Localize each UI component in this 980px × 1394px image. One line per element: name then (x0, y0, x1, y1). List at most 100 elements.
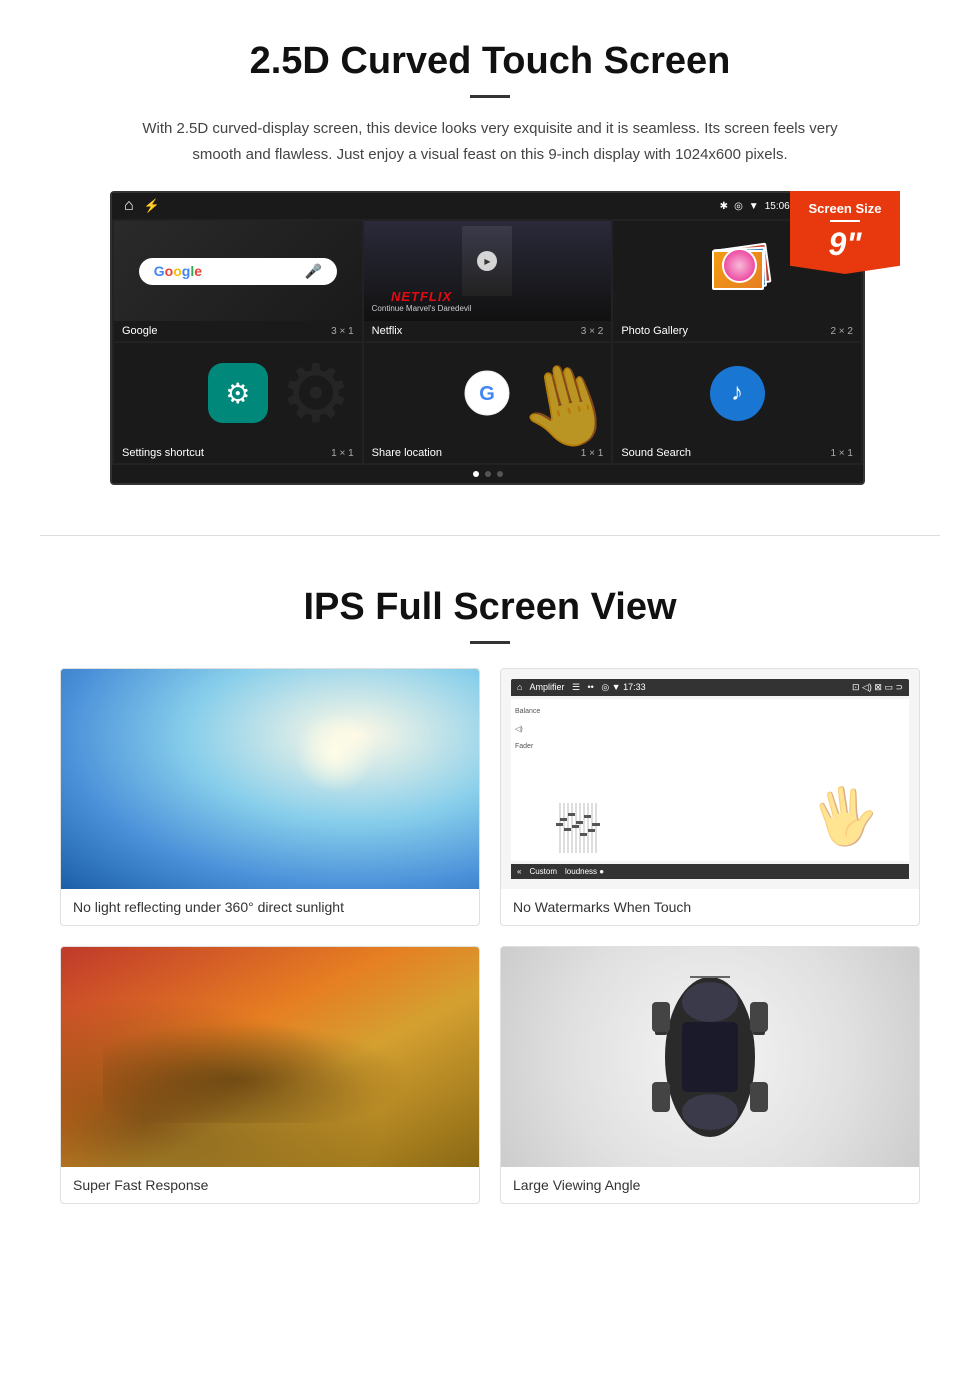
section-separator (40, 535, 940, 536)
settings-app-name: Settings shortcut (122, 447, 204, 459)
amp-arrows: « (517, 867, 521, 876)
status-left: ⌂ ⚡ (124, 197, 160, 215)
title-divider (470, 95, 510, 98)
play-button: ▶ (477, 251, 497, 271)
badge-label: Screen Size (798, 201, 892, 216)
features-grid: No light reflecting under 360° direct su… (60, 668, 920, 1204)
amp-label-balance: Balance (515, 708, 555, 715)
feature-card-cheetah: Super Fast Response (60, 946, 480, 1204)
feature-card-car: Large Viewing Angle (500, 946, 920, 1204)
settings-gear-icon: ⚙ (225, 377, 250, 410)
sound-app-name: Sound Search (621, 447, 691, 459)
app-cell-netflix[interactable]: ▶ NETFLIX Continue Marvel's Daredevil Ne… (364, 221, 612, 341)
settings-app-grid: 1 × 1 (331, 448, 354, 459)
netflix-overlay: NETFLIX Continue Marvel's Daredevil (372, 289, 472, 313)
google-mic-icon: 🎤 (304, 263, 321, 280)
photo-stack (702, 236, 772, 306)
time-display: 15:06 (765, 201, 790, 212)
amp-custom: Custom (529, 867, 557, 876)
bg-gear-icon: ⚙ (280, 347, 352, 440)
slider-4 (571, 803, 573, 853)
google-label-row: Google 3 × 1 (114, 321, 362, 341)
slider-1 (559, 803, 561, 853)
sound-icon-wrap: ♪ (710, 366, 765, 421)
amp-content-area: Balance ◁) Fader (511, 699, 909, 861)
netflix-app-grid: 3 × 2 (581, 326, 604, 337)
amp-loudness: loudness ● (565, 867, 604, 876)
slider-6 (579, 803, 581, 853)
usb-icon: ⚡ (144, 198, 160, 214)
app-cell-sound[interactable]: ♪ Sound Search 1 × 1 (613, 343, 861, 463)
section-curved-touch: 2.5D Curved Touch Screen With 2.5D curve… (0, 0, 980, 515)
google-app-grid: 3 × 1 (331, 326, 354, 337)
app-grid: Google 🎤 Google 3 × 1 (112, 219, 863, 465)
slider-8 (587, 803, 589, 853)
sound-label-row: Sound Search 1 × 1 (613, 443, 861, 463)
slider-10 (595, 803, 597, 853)
amp-top-bar: ⌂ Amplifier ☰ •• ◎ ▼ 17:33 ⊡ ◁) ⊠ ▭ ⊃ (511, 679, 909, 696)
slider-5 (575, 803, 577, 853)
gallery-label-row: Photo Gallery 2 × 2 (613, 321, 861, 341)
location-icon: ◎ (734, 201, 743, 212)
amp-title: ⌂ Amplifier ☰ •• ◎ ▼ 17:33 (517, 682, 646, 693)
car-caption: Large Viewing Angle (501, 1167, 919, 1203)
device-wrapper: Screen Size 9" ⌂ ⚡ ✱ ◎ ▼ 15:06 ⊡ ◁) ⊠ (110, 191, 870, 485)
settings-icon-wrap: ⚙ (208, 363, 268, 423)
sunlight-rays (295, 713, 375, 793)
music-note-icon: ♪ (731, 379, 743, 407)
photo-card-3 (712, 250, 764, 290)
google-logo: Google (154, 263, 202, 279)
amplifier-image: ⌂ Amplifier ☰ •• ◎ ▼ 17:33 ⊡ ◁) ⊠ ▭ ⊃ Ba… (501, 669, 919, 889)
screen-dots (112, 465, 863, 483)
badge-divider (830, 220, 860, 222)
amp-hand-icon: 🖐 (805, 779, 884, 855)
slider-3 (567, 803, 569, 853)
feature-card-amplifier: ⌂ Amplifier ☰ •• ◎ ▼ 17:33 ⊡ ◁) ⊠ ▭ ⊃ Ba… (500, 668, 920, 926)
amp-label-fader: Fader (515, 743, 555, 750)
amp-bottom-bar: « Custom loudness ● (511, 864, 909, 879)
section2-divider (470, 641, 510, 644)
sunlight-caption: No light reflecting under 360° direct su… (61, 889, 479, 925)
slider-7 (583, 803, 585, 853)
netflix-logo: NETFLIX (372, 289, 472, 304)
slider-9 (591, 803, 593, 853)
screen-size-badge: Screen Size 9" (790, 191, 900, 274)
dot-1 (473, 471, 479, 477)
section1-title: 2.5D Curved Touch Screen (60, 40, 920, 83)
photo-flower (722, 248, 757, 283)
section1-description: With 2.5D curved-display screen, this de… (140, 116, 840, 167)
gallery-app-grid: 2 × 2 (830, 326, 853, 337)
amp-left-labels: Balance ◁) Fader (515, 703, 555, 857)
amp-icons: ⊡ ◁) ⊠ ▭ ⊃ (852, 682, 903, 693)
netflix-figure: ▶ (462, 226, 512, 296)
google-app-name: Google (122, 325, 157, 337)
section2-title: IPS Full Screen View (60, 586, 920, 629)
app-cell-share[interactable]: G 🤚 Share location 1 × 1 (364, 343, 612, 463)
sound-app-grid: 1 × 1 (830, 448, 853, 459)
dot-3 (497, 471, 503, 477)
settings-label-row: Settings shortcut 1 × 1 (114, 443, 362, 463)
feature-card-sunlight: No light reflecting under 360° direct su… (60, 668, 480, 926)
amplifier-caption: No Watermarks When Touch (501, 889, 919, 925)
google-search-bar[interactable]: Google 🎤 (139, 258, 337, 285)
netflix-subtitle: Continue Marvel's Daredevil (372, 304, 472, 313)
dot-2 (485, 471, 491, 477)
gallery-app-name: Photo Gallery (621, 325, 688, 337)
home-icon: ⌂ (124, 197, 134, 215)
android-screen: ⌂ ⚡ ✱ ◎ ▼ 15:06 ⊡ ◁) ⊠ ▭ (110, 191, 865, 485)
cheetah-image (61, 947, 479, 1167)
sunlight-image (61, 669, 479, 889)
amp-label-speaker: ◁) (515, 725, 555, 733)
section-ips-view: IPS Full Screen View No light reflecting… (0, 556, 980, 1244)
cheetah-shadow (61, 947, 479, 1167)
wifi-icon: ▼ (749, 201, 759, 212)
app-cell-google[interactable]: Google 🎤 Google 3 × 1 (114, 221, 362, 341)
badge-size: 9" (829, 226, 862, 262)
share-app-name: Share location (372, 447, 442, 459)
app-cell-settings[interactable]: ⚙ ⚙ Settings shortcut 1 × 1 (114, 343, 362, 463)
netflix-label-row: Netflix 3 × 2 (364, 321, 612, 341)
car-svg (630, 957, 790, 1157)
bluetooth-icon: ✱ (720, 201, 728, 212)
netflix-app-name: Netflix (372, 325, 403, 337)
svg-text:G: G (480, 383, 496, 405)
